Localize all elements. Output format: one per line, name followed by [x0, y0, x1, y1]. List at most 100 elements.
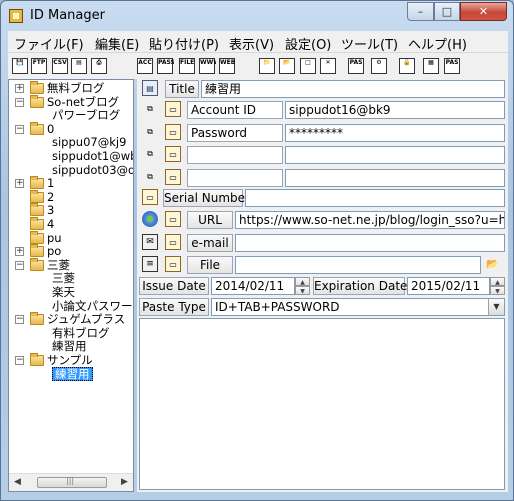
lock-icon[interactable]: 🔒 [398, 57, 416, 75]
password-label[interactable]: Password [187, 124, 283, 142]
paste-icon[interactable]: ▭ [165, 169, 181, 185]
close-button[interactable]: ✕ [460, 2, 507, 21]
expiration-date-input[interactable]: 2015/02/11 [407, 277, 490, 295]
collapse-icon[interactable]: − [15, 260, 24, 270]
new-item-icon[interactable]: □ [299, 57, 317, 75]
collapse-icon[interactable]: − [15, 315, 24, 325]
serial-number-label[interactable]: Serial Number [163, 189, 250, 207]
pass-icon[interactable]: PASS [156, 57, 174, 75]
tree-folder-node[interactable]: − サンプル [9, 353, 133, 367]
save-icon[interactable]: 💾 [11, 57, 29, 75]
custom-field-label-1[interactable] [187, 146, 283, 164]
tree-folder-node[interactable]: +1 [9, 176, 133, 190]
password-input[interactable]: ********* [285, 124, 505, 142]
tree-folder-node[interactable]: + po [9, 244, 133, 258]
paste-icon[interactable]: ▭ [165, 124, 181, 140]
pass-card-icon[interactable]: PAS [443, 57, 461, 75]
copy-icon[interactable]: ⧉ [142, 146, 158, 162]
tree-item-node[interactable]: 三菱 [9, 271, 133, 285]
collapse-icon[interactable]: − [15, 97, 24, 107]
csv-icon[interactable]: CSV [51, 57, 69, 75]
account-id-input[interactable]: sippudot16@bk9 [285, 101, 505, 119]
file-label[interactable]: File [187, 256, 233, 274]
tree-folder-node[interactable]: − 三菱 [9, 257, 133, 272]
copy-icon[interactable]: ⧉ [142, 124, 158, 140]
globe-icon[interactable]: ● [142, 211, 158, 227]
tree-item-node[interactable]: 練習用 [9, 366, 133, 381]
paste-icon[interactable]: ▭ [165, 256, 181, 272]
tree-item-node[interactable]: sippu07@kj9 [9, 135, 133, 149]
tree-folder-node[interactable]: + 無料ブログ [9, 81, 133, 95]
url-input[interactable]: https://www.so-net.ne.jp/blog/login_sso?… [235, 211, 505, 229]
email-label[interactable]: e-mail [187, 234, 233, 252]
tree-item-node[interactable]: sippudot1@wb3 [9, 149, 133, 163]
expand-icon[interactable]: + [15, 179, 24, 189]
custom-field-input-1[interactable] [285, 146, 505, 164]
menu-settings[interactable]: 設定(O) [285, 34, 331, 53]
scroll-thumb[interactable]: ||| [37, 476, 107, 488]
serial-number-input[interactable] [245, 189, 505, 207]
file-icon[interactable]: FILE [178, 57, 196, 75]
custom-field-label-2[interactable] [187, 169, 283, 187]
paste-icon[interactable]: ▭ [165, 234, 181, 250]
browse-folder-icon[interactable]: 📂 [484, 257, 501, 273]
email-input[interactable] [235, 234, 505, 252]
new-folder-icon[interactable]: 📁 [258, 57, 276, 75]
export-icon[interactable]: ▤ [70, 57, 88, 75]
expand-icon[interactable]: + [15, 247, 24, 257]
acc-icon[interactable]: ACC [136, 57, 154, 75]
paste-type-select[interactable]: ID+TAB+PASSWORD ▼ [211, 298, 505, 316]
paste-icon[interactable]: ▭ [165, 101, 181, 117]
account-id-label[interactable]: Account ID [187, 101, 283, 119]
url-label[interactable]: URL [187, 211, 233, 229]
tree-item-node[interactable]: 有料ブログ [9, 326, 133, 340]
ftp-icon[interactable]: FTP [30, 57, 48, 75]
www-icon[interactable]: WWW [198, 57, 216, 75]
menu-edit[interactable]: 編集(E) [95, 34, 139, 53]
tree-folder-node[interactable]: pu [9, 230, 133, 245]
tree-horizontal-scrollbar[interactable]: ◀ ||| ▶ [9, 473, 133, 491]
tree-folder-node[interactable]: 4 [9, 217, 133, 231]
folder-tree[interactable]: ◀ ||| ▶ + 無料ブログ − So-netブログ パワーブログ −0 sippu07@… [8, 79, 134, 492]
maximize-button[interactable]: □ [434, 2, 460, 21]
tree-folder-node[interactable]: − ジュゲムプラス [9, 312, 133, 326]
collapse-icon[interactable]: − [15, 124, 24, 134]
scroll-right-icon[interactable]: ▶ [116, 474, 133, 491]
collapse-icon[interactable]: − [15, 356, 24, 365]
paste-icon[interactable]: ▭ [165, 146, 181, 162]
scroll-left-icon[interactable]: ◀ [9, 474, 26, 491]
spin-down-icon[interactable]: ▼ [295, 286, 310, 295]
minimize-button[interactable]: – [407, 2, 434, 21]
title-label[interactable]: Title [165, 80, 199, 98]
menu-tools[interactable]: ツール(T) [341, 34, 398, 53]
settings-icon[interactable]: ⚙ [370, 57, 388, 75]
spin-down-icon[interactable]: ▼ [490, 286, 505, 295]
tree-folder-node[interactable]: 2 [9, 189, 133, 204]
tree-item-node[interactable]: 練習用 [9, 339, 133, 353]
paste-icon[interactable]: ▭ [165, 211, 181, 227]
copy-icon[interactable]: ⧉ [142, 101, 158, 117]
tree-item-node[interactable]: 小論文パスワー [9, 299, 133, 313]
login-icon[interactable]: ▦ [422, 57, 440, 75]
paste-icon[interactable]: ▭ [142, 189, 158, 205]
menu-paste[interactable]: 貼り付け(P) [149, 34, 219, 53]
menu-help[interactable]: ヘルプ(H) [408, 34, 467, 53]
tree-folder-node[interactable]: 3 [9, 203, 133, 217]
tree-item-node[interactable]: パワーブログ [9, 108, 133, 122]
tree-folder-node[interactable]: − So-netブログ [9, 94, 133, 109]
issue-date-spinner[interactable]: ▲ ▼ [295, 277, 310, 295]
menu-file[interactable]: ファイル(F) [14, 34, 84, 53]
document-icon[interactable]: ≡ [142, 256, 158, 272]
title-input[interactable]: 練習用 [201, 80, 505, 98]
expand-icon[interactable]: + [15, 84, 24, 93]
issue-date-input[interactable]: 2014/02/11 [211, 277, 295, 295]
copy-icon[interactable]: ⧉ [142, 169, 158, 185]
tree-folder-node[interactable]: −0 [9, 121, 133, 136]
expiration-date-spinner[interactable]: ▲ ▼ [490, 277, 505, 295]
print-icon[interactable]: ⎙ [90, 57, 108, 75]
menu-view[interactable]: 表示(V) [229, 34, 274, 53]
mail-icon[interactable]: ✉ [142, 234, 158, 250]
pass-gen-icon[interactable]: PAS [347, 57, 365, 75]
notes-textarea[interactable] [139, 318, 505, 490]
delete-icon[interactable]: ✕ [319, 57, 337, 75]
